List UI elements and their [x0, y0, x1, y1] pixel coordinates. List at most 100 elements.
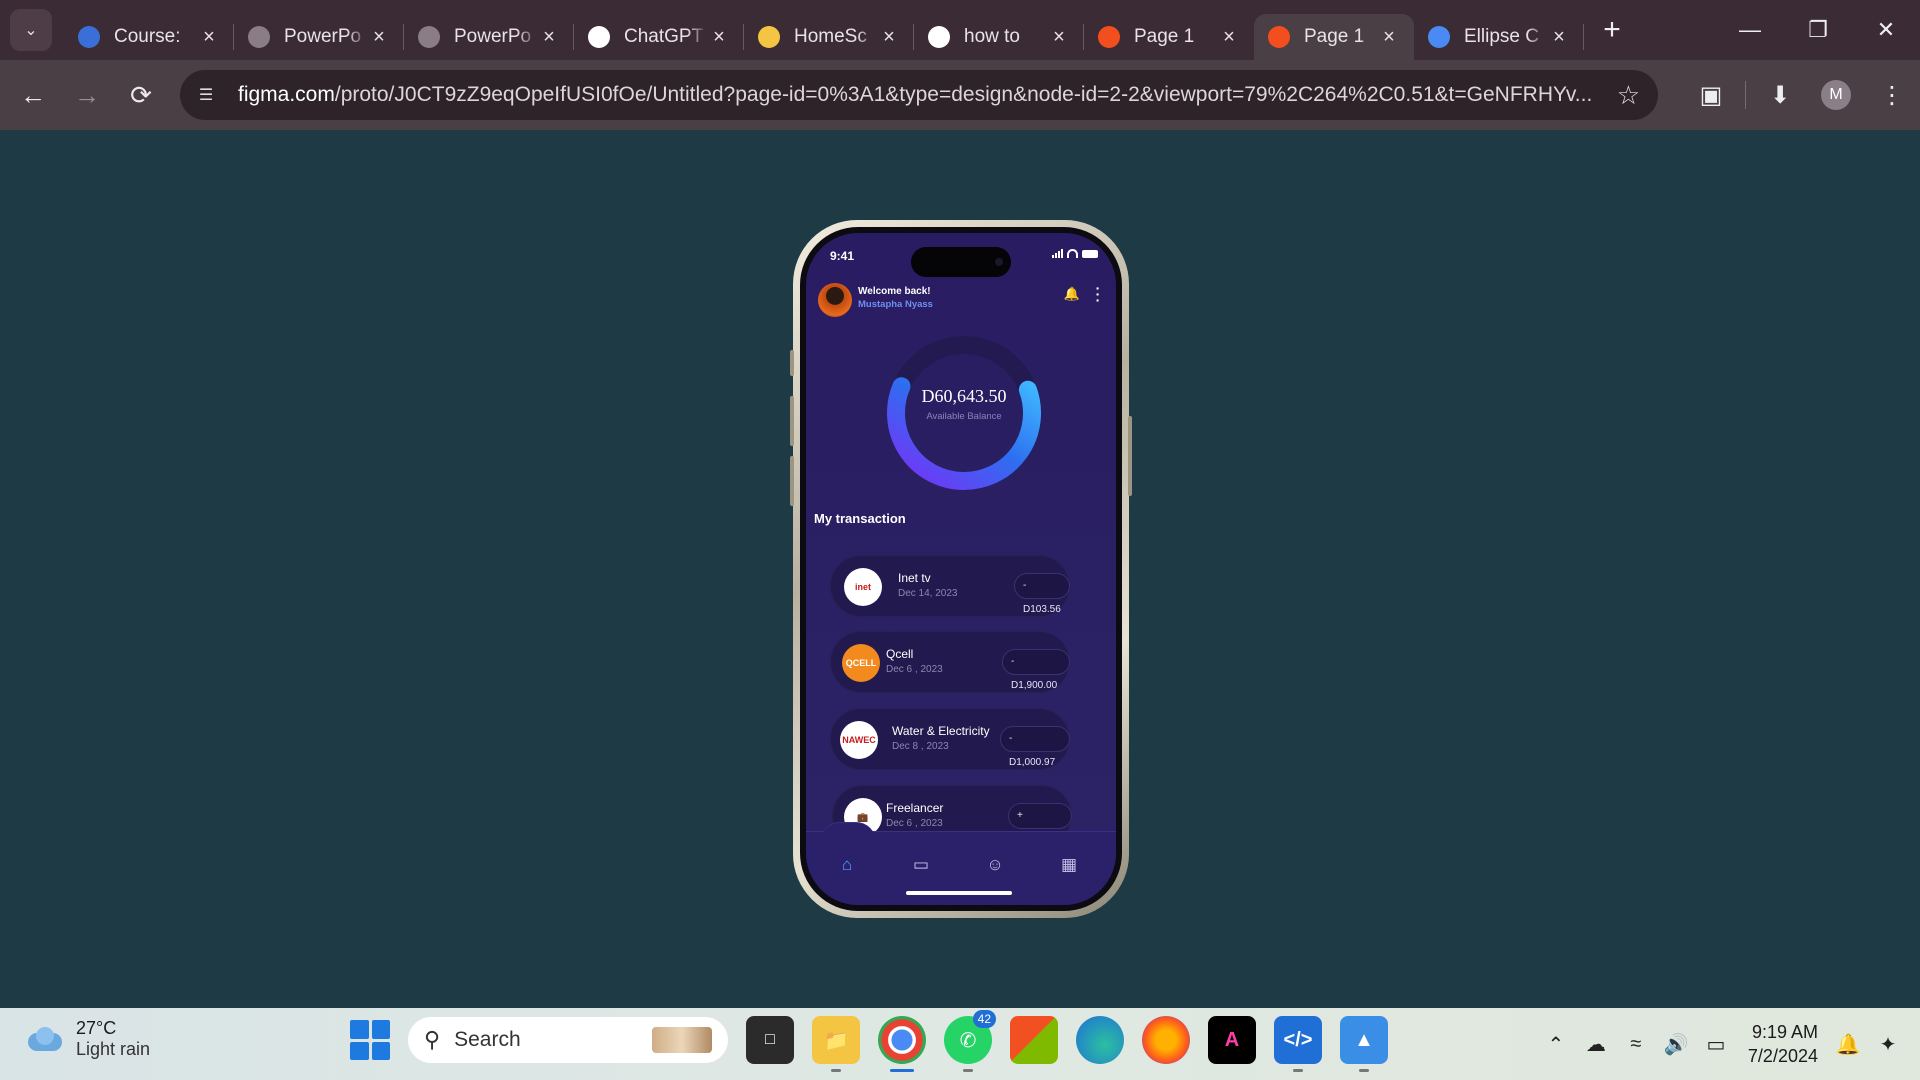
onedrive-icon[interactable]: ☁ [1576, 1024, 1616, 1064]
browser-tab[interactable]: Course: × [64, 14, 234, 60]
merchant-logo: QCELL [842, 644, 880, 682]
tab-close-icon[interactable]: × [1378, 26, 1400, 49]
chrome-icon[interactable] [878, 1016, 926, 1072]
whatsapp-badge: 42 [972, 1010, 996, 1028]
start-button[interactable] [350, 1020, 390, 1060]
kebab-menu-icon[interactable]: ⋮ [1864, 67, 1920, 123]
browser-tab[interactable]: ChatGPT × [574, 14, 744, 60]
microsoft-store-icon[interactable] [1010, 1016, 1058, 1064]
arrow-left-icon: ← [20, 79, 46, 110]
file-explorer-icon[interactable]: 📁 [812, 1016, 860, 1072]
app-screen: 9:41 Welcome back! Mustapha Nyass 🔔 · · · [806, 233, 1116, 905]
firefox-icon[interactable] [1142, 1016, 1190, 1064]
url-text[interactable]: figma.com/proto/J0CT9zZ9eqOpeIfUSI0fOe/U… [238, 83, 1598, 107]
tab-close-icon[interactable]: × [538, 26, 560, 49]
whatsapp-icon[interactable]: ✆ 42 [944, 1010, 996, 1072]
tab-title: Page 1 [1304, 26, 1365, 47]
globe-icon [418, 26, 440, 48]
browser-tab[interactable]: HomeSc × [744, 14, 914, 60]
transaction-row[interactable]: inet Inet tv Dec 14, 2023 - D103.56 [830, 555, 1070, 617]
diamond-icon [78, 26, 100, 48]
search-icon: ⚲ [424, 1027, 441, 1052]
tab-close-icon[interactable]: × [198, 26, 220, 49]
tab-title: PowerPo [284, 26, 362, 47]
figma-icon [1268, 26, 1290, 48]
taskbar-search[interactable]: ⚲ Search [408, 1017, 728, 1063]
transaction-amount: - D1,900.00 [1002, 649, 1070, 691]
close-window-button[interactable]: ✕ [1852, 0, 1920, 60]
tab-title: Course: [114, 26, 181, 47]
bottom-nav: ⌂ ▭ ☺ ▦ [806, 822, 1116, 905]
chatgpt-icon [588, 26, 610, 48]
toolbar-actions: ▣ ⬇ M ⋮ [1683, 60, 1920, 130]
toolbar-divider [1745, 81, 1746, 109]
user-avatar[interactable] [818, 283, 852, 317]
clock[interactable]: 9:19 AM 7/2/2024 [1748, 1020, 1818, 1068]
balance-label: Available Balance [926, 411, 1002, 422]
tab-close-icon[interactable]: × [368, 26, 390, 49]
nav-home-icon[interactable]: ⌂ [832, 850, 862, 880]
phone-volume-down [790, 456, 794, 506]
site-settings-icon[interactable]: ☰ [188, 77, 224, 113]
profile-button[interactable]: M [1808, 67, 1864, 123]
nav-profile-icon[interactable]: ☺ [980, 850, 1010, 880]
address-bar[interactable]: ☰ figma.com/proto/J0CT9zZ9eqOpeIfUSI0fOe… [180, 70, 1658, 120]
new-tab-button[interactable]: + [1592, 13, 1632, 47]
tab-close-icon[interactable]: × [1548, 26, 1570, 49]
transaction-date: Dec 8 , 2023 [892, 741, 949, 752]
restore-button[interactable]: ❐ [1784, 0, 1852, 60]
forward-button[interactable]: → [60, 68, 114, 122]
battery-tray-icon[interactable]: ▭ [1696, 1024, 1736, 1064]
transaction-row[interactable]: QCELL Qcell Dec 6 , 2023 - D1,900.00 [830, 631, 1070, 693]
bookmark-star-icon[interactable]: ☆ [1617, 80, 1640, 111]
extensions-icon[interactable]: ▣ [1683, 67, 1739, 123]
clock-date: 7/2/2024 [1747, 1046, 1818, 1066]
cloud-rain-icon [24, 1025, 64, 1053]
tab-close-icon[interactable]: × [878, 26, 900, 49]
wifi-tray-icon[interactable]: ≈ [1616, 1024, 1656, 1064]
transaction-row[interactable]: NAWEC Water & Electricity Dec 8 , 2023 - D1… [830, 708, 1070, 770]
browser-tab[interactable]: Page 1 × [1254, 14, 1414, 60]
notification-bell-icon[interactable]: 🔔 [1064, 285, 1080, 303]
chevron-up-icon[interactable]: ⌃ [1536, 1024, 1576, 1064]
browser-tab[interactable]: PowerPo × [234, 14, 404, 60]
transaction-amount: - D103.56 [1014, 573, 1070, 615]
transaction-amount: + D3300.00 [1008, 803, 1072, 845]
weather-widget[interactable]: 27°C Light rain [24, 1018, 150, 1060]
dynamic-island [911, 247, 1011, 277]
arc-icon[interactable]: A [1208, 1016, 1256, 1064]
reload-button[interactable]: ⟳ [114, 68, 168, 122]
transaction-name: Water & Electricity [892, 724, 990, 738]
more-options-icon[interactable]: · · · [1094, 281, 1102, 307]
browser-tab[interactable]: how to × [914, 14, 1084, 60]
browser-tab[interactable]: PowerPo × [404, 14, 574, 60]
browser-tab[interactable]: Page 1 × [1084, 14, 1254, 60]
task-view-icon[interactable]: □ [746, 1016, 794, 1064]
tab-close-icon[interactable]: × [1218, 26, 1240, 49]
copilot-icon[interactable]: ✦ [1868, 1024, 1908, 1064]
arrow-right-icon: → [74, 79, 100, 110]
phone-power-button [1128, 416, 1132, 496]
nav-stats-icon[interactable]: ▦ [1054, 850, 1084, 880]
system-tray: ⌃ ☁ ≈ 🔊 ▭ 9:19 AM 7/2/2024 🔔 ✦ [1536, 1008, 1920, 1080]
tab-close-icon[interactable]: × [708, 26, 730, 49]
search-highlight-image [652, 1027, 712, 1053]
home-indicator [906, 891, 1012, 895]
nav-card-icon[interactable]: ▭ [906, 850, 936, 880]
notification-icon[interactable]: 🔔 [1828, 1024, 1868, 1064]
transaction-name: Qcell [886, 647, 914, 661]
ellipse-icon [1428, 26, 1450, 48]
edge-icon[interactable] [1076, 1016, 1124, 1064]
tab-title: Page 1 [1134, 26, 1195, 47]
signal-icon [1052, 249, 1063, 258]
back-button[interactable]: ← [6, 68, 60, 122]
download-icon[interactable]: ⬇ [1752, 67, 1808, 123]
wifi-icon [1067, 249, 1078, 258]
volume-icon[interactable]: 🔊 [1656, 1024, 1696, 1064]
tab-search-button[interactable]: ⌄ [10, 9, 52, 51]
photos-icon[interactable]: ▲ [1340, 1016, 1388, 1072]
vscode-icon[interactable]: </> [1274, 1016, 1322, 1072]
browser-tab[interactable]: Ellipse C × [1414, 14, 1584, 60]
tab-close-icon[interactable]: × [1048, 26, 1070, 49]
minimize-button[interactable]: — [1716, 0, 1784, 60]
